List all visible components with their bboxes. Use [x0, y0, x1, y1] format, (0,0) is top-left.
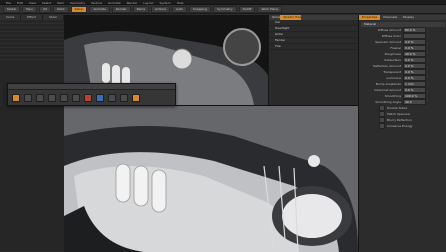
property-label: Diffuse Amount: [377, 28, 401, 32]
grid-icon[interactable]: [108, 94, 116, 102]
cut-icon[interactable]: [60, 94, 68, 102]
checkbox-label: Blurry Reflection: [387, 118, 412, 122]
property-label: Transparent: [383, 70, 401, 74]
item-list-tab-shader-tree[interactable]: Shader Tree: [280, 15, 302, 20]
checkbox[interactable]: [379, 123, 385, 129]
toolbar-button-snapping[interactable]: Snapping: [188, 5, 212, 13]
left-panel: Cams Effect Shad: [0, 15, 65, 251]
blue-icon[interactable]: [96, 94, 104, 102]
property-label: Roughness: [384, 52, 401, 56]
car-render-large: [64, 106, 358, 252]
toolbar-button-uv[interactable]: UV: [38, 5, 52, 13]
properties-rows: Diffuse Amount 80.0 % Diffuse Color Specula…: [359, 27, 446, 105]
item-list: Car Headlight Grille Fender Tire: [269, 20, 359, 50]
toolbar-button-setup[interactable]: Setup: [70, 5, 88, 13]
left-list-row[interactable]: [0, 56, 64, 60]
viewport-main[interactable]: [64, 105, 358, 252]
toolbar-button-model[interactable]: Model: [3, 5, 21, 13]
checkbox-label: Match Specular: [387, 112, 411, 116]
properties-panel: Properties Channels Display Material Diffu…: [358, 15, 446, 251]
property-label: Reflection Amount: [373, 64, 401, 68]
property-label: Clearcoat Amount: [373, 88, 401, 92]
left-tab-effect[interactable]: Effect: [21, 15, 43, 20]
select-icon[interactable]: [12, 94, 20, 102]
property-label: Specular Amount: [375, 40, 401, 44]
toolbar-button-topo[interactable]: Topo: [22, 5, 37, 13]
floating-tool-palette[interactable]: [7, 83, 176, 106]
palette-icons: [8, 90, 175, 102]
property-label: Fresnel: [390, 46, 401, 50]
property-label: Smoothing: [384, 94, 401, 98]
red-icon[interactable]: [84, 94, 92, 102]
checkbox-label: Double Sided: [387, 106, 407, 110]
toolbar-button-auto[interactable]: Auto: [171, 5, 187, 13]
item-list-panel: Items Shader Tree Car Headlight Grille Fende…: [268, 15, 359, 105]
scale-icon[interactable]: [48, 94, 56, 102]
move-icon[interactable]: [24, 94, 32, 102]
paint-icon[interactable]: [72, 94, 80, 102]
property-label: Subsurface: [384, 58, 401, 62]
left-tab-shad[interactable]: Shad: [43, 15, 64, 20]
properties-tab-channels[interactable]: Channels: [380, 15, 400, 20]
property-label: Smoothing Angle: [375, 100, 401, 104]
property-check-row: Conserve Energy: [359, 123, 446, 129]
properties-tab-properties[interactable]: Properties: [359, 15, 381, 20]
rotate-icon[interactable]: [36, 94, 44, 102]
properties-tab-display[interactable]: Display: [400, 15, 417, 20]
properties-checks: Double Sided Match Specular Blurry Reflect…: [359, 105, 446, 129]
sel-icon[interactable]: [132, 94, 140, 102]
property-label: Luminous: [386, 76, 401, 80]
left-panel-list: [0, 20, 64, 60]
property-label: Bump Amplitude: [375, 82, 401, 86]
checkbox-label: Conserve Energy: [387, 124, 413, 128]
toolbar-button-animate[interactable]: Animate: [89, 5, 110, 13]
lock-icon[interactable]: [120, 94, 128, 102]
left-tab-cams[interactable]: Cams: [0, 15, 22, 20]
toolbar-button-falloff[interactable]: Falloff: [238, 5, 256, 13]
toolbar-button-render[interactable]: Render: [111, 5, 131, 13]
toolbar-button-work-plane[interactable]: Work Plane: [257, 5, 283, 13]
property-label: Diffuse Color: [381, 34, 401, 38]
toolbar-button-items[interactable]: Items: [132, 5, 150, 13]
item-list-row[interactable]: Tire: [269, 44, 359, 50]
left-panel-tabs: Cams Effect Shad: [0, 15, 64, 20]
properties-tabs: Properties Channels Display: [359, 15, 446, 20]
toolbar-button-symmetry[interactable]: Symmetry: [213, 5, 237, 13]
property-value-field[interactable]: 40.0: [403, 99, 426, 105]
toolbar-button-paint[interactable]: Paint: [53, 5, 69, 13]
toolbar-button-actions[interactable]: Actions: [151, 5, 170, 13]
main-toolbar: Model Topo UV Paint Setup Animate Render Items A…: [0, 5, 446, 14]
